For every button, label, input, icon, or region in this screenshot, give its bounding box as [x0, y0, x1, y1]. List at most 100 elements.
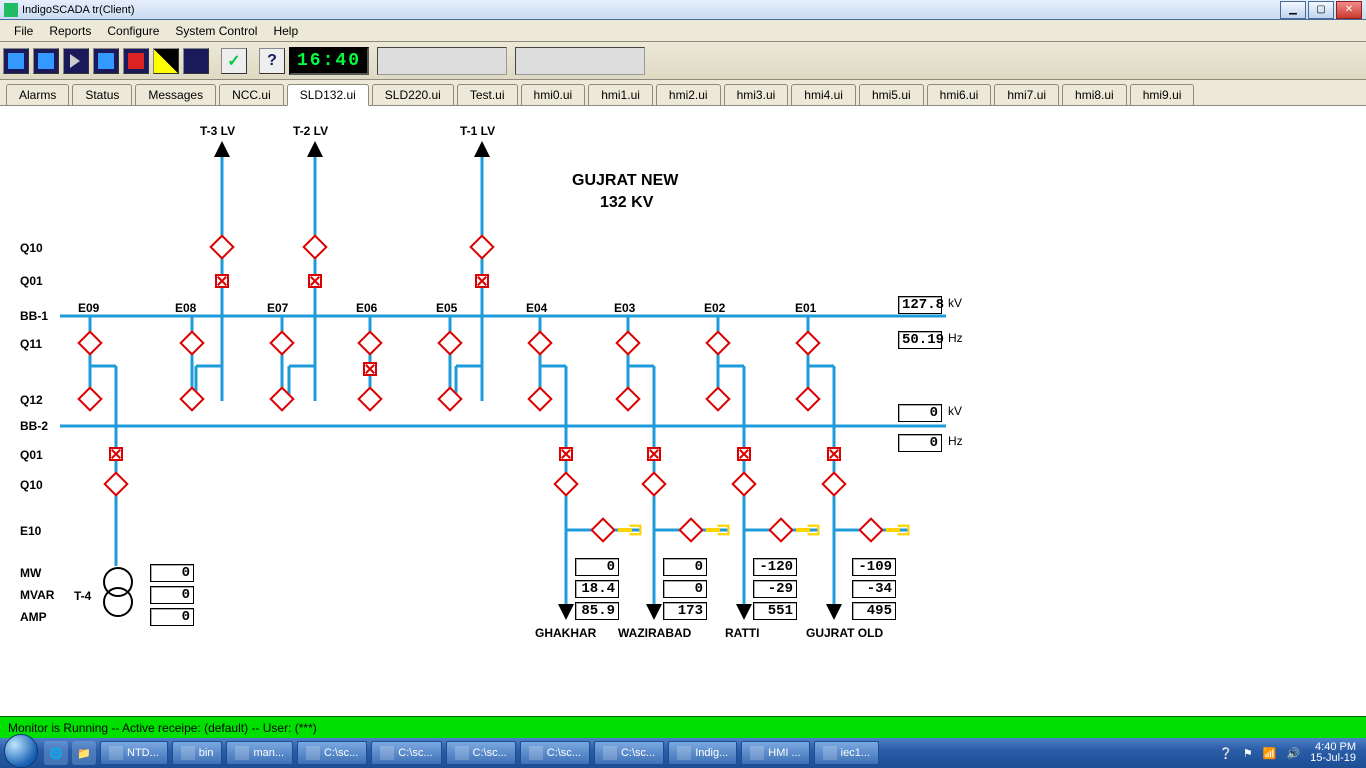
taskbar-item-9[interactable]: HMI ...	[741, 741, 809, 765]
arrow-t3	[214, 141, 230, 157]
tab-hmi0[interactable]: hmi0.ui	[521, 84, 586, 105]
arrow-gujratold	[826, 604, 842, 620]
row-bb2: BB-2	[20, 419, 48, 433]
row-q01: Q01	[20, 274, 43, 288]
breaker-ratti-q01[interactable]	[737, 447, 751, 461]
tab-hmi5[interactable]: hmi5.ui	[859, 84, 924, 105]
tray-clock[interactable]: 4:40 PM15-Jul-19	[1310, 742, 1356, 764]
label-t2: T-2 LV	[293, 124, 328, 138]
bay-e09: E09	[78, 301, 99, 315]
toolbar-field-2[interactable]	[515, 47, 645, 75]
feeder-gujratold-label: GUJRAT OLD	[806, 626, 883, 640]
taskbar-item-4[interactable]: C:\sc...	[371, 741, 441, 765]
toolbar-btn-2[interactable]	[33, 48, 59, 74]
tray-volume-icon[interactable]: 🔊	[1286, 747, 1300, 760]
taskbar-item-1[interactable]: bin	[172, 741, 223, 765]
taskbar-item-8[interactable]: Indig...	[668, 741, 737, 765]
row-bb1: BB-1	[20, 309, 48, 323]
toolbar-btn-5[interactable]	[123, 48, 149, 74]
bay-e06: E06	[356, 301, 377, 315]
toolbar-btn-1[interactable]	[3, 48, 29, 74]
minimize-button[interactable]: ▁	[1280, 1, 1306, 19]
row-q01b: Q01	[20, 448, 43, 462]
toolbar-btn-play[interactable]	[63, 48, 89, 74]
toolbar-clock: 16:40	[289, 47, 369, 75]
bay-e04: E04	[526, 301, 547, 315]
row-q10: Q10	[20, 241, 43, 255]
taskbar: 🌐 📁 NTD... bin man... C:\sc... C:\sc... …	[0, 738, 1366, 768]
bb1-kv-unit: kV	[948, 296, 962, 310]
toolbar-btn-4[interactable]	[93, 48, 119, 74]
tab-test[interactable]: Test.ui	[457, 84, 518, 105]
earth-switch-gujratold[interactable]	[886, 523, 916, 537]
bay-e03: E03	[614, 301, 635, 315]
breaker-gujratold-q01[interactable]	[827, 447, 841, 461]
breaker-t4-q01[interactable]	[109, 447, 123, 461]
taskbar-item-3[interactable]: C:\sc...	[297, 741, 367, 765]
tab-hmi8[interactable]: hmi8.ui	[1062, 84, 1127, 105]
tab-hmi6[interactable]: hmi6.ui	[927, 84, 992, 105]
taskbar-pin-ie[interactable]: 🌐	[44, 741, 68, 765]
taskbar-item-5[interactable]: C:\sc...	[446, 741, 516, 765]
gujratold-amp: 495	[852, 602, 896, 620]
breaker-t1-q01[interactable]	[475, 274, 489, 288]
tab-status[interactable]: Status	[72, 84, 132, 105]
row-q10b: Q10	[20, 478, 43, 492]
taskbar-item-10[interactable]: iec1...	[814, 741, 879, 765]
bay-e05: E05	[436, 301, 457, 315]
bb2-kv-unit: kV	[948, 404, 962, 418]
menu-help[interactable]: Help	[265, 22, 306, 40]
tab-sld132[interactable]: SLD132.ui	[287, 84, 369, 106]
system-tray[interactable]: ❔ ⚑ 📶 🔊 4:40 PM15-Jul-19	[1219, 742, 1362, 764]
menu-reports[interactable]: Reports	[41, 22, 99, 40]
tray-help-icon[interactable]: ❔	[1219, 747, 1233, 760]
breaker-t3-q01[interactable]	[215, 274, 229, 288]
breaker-e06-tie[interactable]	[363, 362, 377, 376]
tray-network-icon[interactable]: 📶	[1263, 747, 1277, 760]
taskbar-pin-explorer[interactable]: 📁	[72, 741, 96, 765]
tab-bar: Alarms Status Messages NCC.ui SLD132.ui …	[0, 80, 1366, 106]
tray-flag-icon[interactable]: ⚑	[1243, 747, 1253, 760]
tab-hmi9[interactable]: hmi9.ui	[1130, 84, 1195, 105]
taskbar-item-7[interactable]: C:\sc...	[594, 741, 664, 765]
taskbar-item-2[interactable]: man...	[226, 741, 293, 765]
maximize-button[interactable]: ▢	[1308, 1, 1334, 19]
menu-system-control[interactable]: System Control	[167, 22, 265, 40]
start-button[interactable]	[4, 734, 38, 768]
close-button[interactable]: ✕	[1336, 1, 1362, 19]
menu-configure[interactable]: Configure	[99, 22, 167, 40]
row-mvar: MVAR	[20, 588, 54, 602]
earth-switch-wazirabad[interactable]	[706, 523, 736, 537]
tab-ncc[interactable]: NCC.ui	[219, 84, 284, 105]
tab-hmi7[interactable]: hmi7.ui	[994, 84, 1059, 105]
taskbar-item-0[interactable]: NTD...	[100, 741, 168, 765]
toolbar-btn-6[interactable]	[153, 48, 179, 74]
label-t1: T-1 LV	[460, 124, 495, 138]
ratti-mw: -120	[753, 558, 797, 576]
tab-messages[interactable]: Messages	[135, 84, 216, 105]
tab-hmi4[interactable]: hmi4.ui	[791, 84, 856, 105]
row-q11: Q11	[20, 337, 42, 351]
ghakhar-mvar: 18.4	[575, 580, 619, 598]
tab-hmi3[interactable]: hmi3.ui	[724, 84, 789, 105]
menu-file[interactable]: File	[6, 22, 41, 40]
tab-hmi1[interactable]: hmi1.ui	[588, 84, 653, 105]
earth-switch-ratti[interactable]	[796, 523, 826, 537]
toolbar-field-1[interactable]	[377, 47, 507, 75]
breaker-t2-q01[interactable]	[308, 274, 322, 288]
bb1-hz-value: 50.19	[898, 331, 942, 349]
breaker-ghakhar-q01[interactable]	[559, 447, 573, 461]
ratti-mvar: -29	[753, 580, 797, 598]
taskbar-item-6[interactable]: C:\sc...	[520, 741, 590, 765]
bb1-hz-unit: Hz	[948, 331, 963, 345]
bb2-hz-unit: Hz	[948, 434, 963, 448]
toolbar-btn-pause[interactable]	[183, 48, 209, 74]
tab-alarms[interactable]: Alarms	[6, 84, 69, 105]
breaker-wazirabad-q01[interactable]	[647, 447, 661, 461]
bay-e01: E01	[795, 301, 816, 315]
toolbar-btn-help[interactable]	[259, 48, 285, 74]
earth-switch-ghakhar[interactable]	[618, 523, 648, 537]
tab-sld220[interactable]: SLD220.ui	[372, 84, 454, 105]
tab-hmi2[interactable]: hmi2.ui	[656, 84, 721, 105]
toolbar-btn-check[interactable]	[221, 48, 247, 74]
